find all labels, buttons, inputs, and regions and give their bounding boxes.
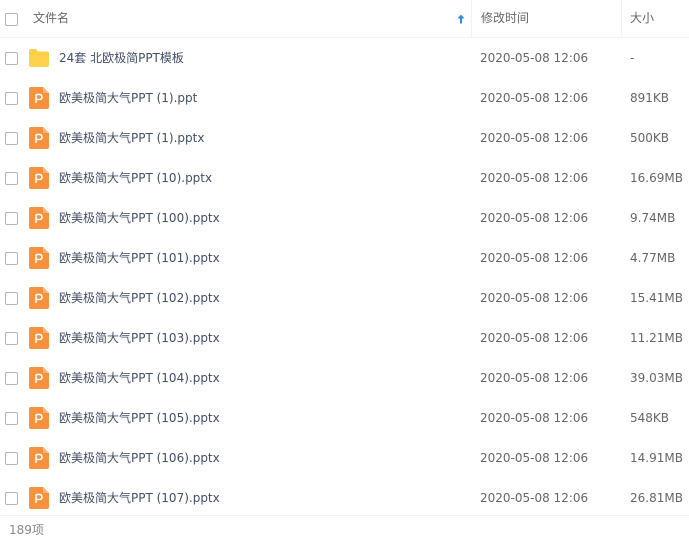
file-size: 14.91MB — [630, 451, 683, 465]
file-modified-time: 2020-05-08 12:06 — [480, 371, 589, 385]
file-name-link[interactable]: 欧美极简大气PPT (100).pptx — [59, 198, 220, 238]
file-name-link[interactable]: 欧美极简大气PPT (105).pptx — [59, 398, 220, 438]
file-modified-time: 2020-05-08 12:06 — [480, 251, 589, 265]
ppt-file-icon — [29, 367, 49, 389]
header-time-column[interactable]: 修改时间 — [471, 0, 621, 37]
file-name-link[interactable]: 24套 北欧极简PPT模板 — [59, 38, 184, 78]
table-row[interactable]: 欧美极简大气PPT (1).ppt 2020-05-08 12:06 891KB — [0, 78, 689, 118]
header-name-label: 文件名 — [33, 11, 70, 25]
table-row[interactable]: 欧美极简大气PPT (1).pptx 2020-05-08 12:06 500KB — [0, 118, 689, 158]
file-size: 4.77MB — [630, 251, 676, 265]
file-name-link[interactable]: 欧美极简大气PPT (101).pptx — [59, 238, 220, 278]
file-rows: 24套 北欧极简PPT模板 2020-05-08 12:06 - 欧美极简大气PPT … — [0, 38, 689, 518]
list-header: 文件名 修改时间 大小 — [0, 0, 689, 38]
select-all-checkbox[interactable] — [5, 13, 18, 26]
file-size: 500KB — [630, 131, 670, 145]
row-checkbox[interactable] — [5, 452, 18, 465]
file-name-link[interactable]: 欧美极简大气PPT (107).pptx — [59, 478, 220, 518]
table-row[interactable]: 欧美极简大气PPT (101).pptx 2020-05-08 12:06 4.77… — [0, 238, 689, 278]
file-modified-time: 2020-05-08 12:06 — [480, 331, 589, 345]
ppt-file-icon — [29, 127, 49, 149]
file-name-link[interactable]: 欧美极简大气PPT (1).ppt — [59, 78, 197, 118]
ppt-file-icon — [29, 247, 49, 269]
file-size: 39.03MB — [630, 371, 683, 385]
row-checkbox[interactable] — [5, 52, 18, 65]
ppt-file-icon — [29, 167, 49, 189]
row-checkbox[interactable] — [5, 92, 18, 105]
file-name-link[interactable]: 欧美极简大气PPT (10).pptx — [59, 158, 212, 198]
list-footer: 189项 — [0, 515, 689, 542]
row-checkbox[interactable] — [5, 212, 18, 225]
file-modified-time: 2020-05-08 12:06 — [480, 91, 589, 105]
file-size: 16.69MB — [630, 171, 683, 185]
row-checkbox[interactable] — [5, 252, 18, 265]
file-modified-time: 2020-05-08 12:06 — [480, 451, 589, 465]
file-size: - — [630, 51, 635, 65]
file-name-link[interactable]: 欧美极简大气PPT (1).pptx — [59, 118, 204, 158]
item-count: 189项 — [9, 523, 44, 537]
ppt-file-icon — [29, 327, 49, 349]
file-modified-time: 2020-05-08 12:06 — [480, 171, 589, 185]
row-checkbox[interactable] — [5, 172, 18, 185]
file-name-link[interactable]: 欧美极简大气PPT (102).pptx — [59, 278, 220, 318]
header-size-column[interactable]: 大小 — [621, 0, 689, 37]
ppt-file-icon — [29, 287, 49, 309]
file-size: 891KB — [630, 91, 670, 105]
table-row[interactable]: 欧美极简大气PPT (100).pptx 2020-05-08 12:06 9.74… — [0, 198, 689, 238]
table-row[interactable]: 欧美极简大气PPT (102).pptx 2020-05-08 12:06 15.4… — [0, 278, 689, 318]
row-checkbox[interactable] — [5, 412, 18, 425]
file-name-link[interactable]: 欧美极简大气PPT (104).pptx — [59, 358, 220, 398]
file-size: 9.74MB — [630, 211, 676, 225]
file-modified-time: 2020-05-08 12:06 — [480, 411, 589, 425]
file-modified-time: 2020-05-08 12:06 — [480, 291, 589, 305]
file-name-link[interactable]: 欧美极简大气PPT (106).pptx — [59, 438, 220, 478]
ppt-file-icon — [29, 487, 49, 509]
file-modified-time: 2020-05-08 12:06 — [480, 491, 589, 505]
ppt-file-icon — [29, 447, 49, 469]
ppt-file-icon — [29, 407, 49, 429]
file-size: 11.21MB — [630, 331, 683, 345]
file-size: 26.81MB — [630, 491, 683, 505]
header-size-label: 大小 — [630, 11, 655, 25]
header-name-column[interactable]: 文件名 — [33, 0, 470, 37]
folder-icon — [29, 49, 49, 67]
row-checkbox[interactable] — [5, 132, 18, 145]
row-checkbox[interactable] — [5, 292, 18, 305]
table-row[interactable]: 欧美极简大气PPT (104).pptx 2020-05-08 12:06 39.0… — [0, 358, 689, 398]
table-row[interactable]: 欧美极简大气PPT (103).pptx 2020-05-08 12:06 11.2… — [0, 318, 689, 358]
row-checkbox[interactable] — [5, 332, 18, 345]
file-name-link[interactable]: 欧美极简大气PPT (103).pptx — [59, 318, 220, 358]
row-checkbox[interactable] — [5, 492, 18, 505]
file-modified-time: 2020-05-08 12:06 — [480, 51, 589, 65]
file-size: 548KB — [630, 411, 670, 425]
table-row[interactable]: 24套 北欧极简PPT模板 2020-05-08 12:06 - — [0, 38, 689, 78]
sort-ascending-icon[interactable] — [456, 14, 466, 24]
table-row[interactable]: 欧美极简大气PPT (107).pptx 2020-05-08 12:06 26.8… — [0, 478, 689, 518]
file-modified-time: 2020-05-08 12:06 — [480, 211, 589, 225]
table-row[interactable]: 欧美极简大气PPT (106).pptx 2020-05-08 12:06 14.9… — [0, 438, 689, 478]
ppt-file-icon — [29, 87, 49, 109]
file-modified-time: 2020-05-08 12:06 — [480, 131, 589, 145]
table-row[interactable]: 欧美极简大气PPT (10).pptx 2020-05-08 12:06 16.69… — [0, 158, 689, 198]
row-checkbox[interactable] — [5, 372, 18, 385]
table-row[interactable]: 欧美极简大气PPT (105).pptx 2020-05-08 12:06 548K… — [0, 398, 689, 438]
file-list: 文件名 修改时间 大小 24套 北欧极简PPT模板 2020-05-08 12:0… — [0, 0, 689, 542]
file-size: 15.41MB — [630, 291, 683, 305]
ppt-file-icon — [29, 207, 49, 229]
header-time-label: 修改时间 — [481, 11, 530, 25]
